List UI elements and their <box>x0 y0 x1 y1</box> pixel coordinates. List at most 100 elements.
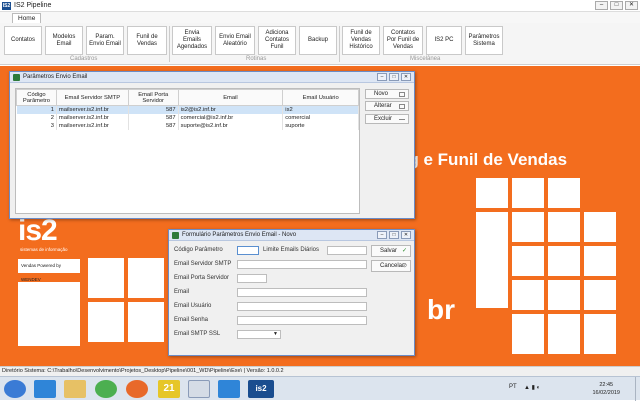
app-titlebar: IS2 IS2 Pipeline – □ ✕ <box>0 0 640 12</box>
cell-smtp: mailserver.is2.inf.br <box>56 114 129 122</box>
codigo-input[interactable] <box>237 246 259 255</box>
status-bar: Diretório Sistema: C:\Trabalho\Desenvolv… <box>0 366 640 376</box>
badge-21-icon[interactable]: 21 <box>158 380 180 398</box>
cell-email: comercial@is2.inf.br <box>178 114 284 122</box>
clock[interactable]: 22:45 16/02/2019 <box>592 381 620 397</box>
column-header-usuario[interactable]: Email Usuário <box>282 89 359 106</box>
porta-input[interactable] <box>237 274 267 283</box>
label-codigo: Código Parâmetro <box>174 247 223 253</box>
chrome-icon[interactable] <box>95 380 117 398</box>
cell-smtp: mailserver.is2.inf.br <box>56 105 129 114</box>
column-header-email[interactable]: Email <box>177 89 284 106</box>
table-row[interactable]: 1 mailserver.is2.inf.br 587 is2@is2.inf.… <box>16 105 359 114</box>
limite-input[interactable] <box>327 246 367 255</box>
cell-usuario: suporte <box>282 122 359 130</box>
clock-date: 16/02/2019 <box>592 390 620 396</box>
cell-email: is2@is2.inf.br <box>178 105 284 114</box>
envio-email-aleatorio-button[interactable]: Envio Email Aleatório <box>215 26 255 55</box>
explorer-icon[interactable] <box>64 380 86 398</box>
cancelar-button[interactable]: Cancelar ⊘ <box>371 260 411 272</box>
show-desktop-button[interactable] <box>635 377 640 401</box>
ribbon-tabs: Home <box>0 12 640 23</box>
language-indicator[interactable]: PT <box>509 384 517 390</box>
ie-icon[interactable] <box>34 380 56 398</box>
background-tile <box>512 280 544 310</box>
table-row[interactable]: 2 mailserver.is2.inf.br 587 comercial@is… <box>16 114 359 122</box>
windev-icon[interactable] <box>188 380 210 398</box>
background-tile <box>512 246 544 276</box>
tab-home[interactable]: Home <box>12 13 42 23</box>
background-tile <box>128 258 164 298</box>
cell-email: suporte@is2.inf.br <box>178 122 284 130</box>
new-icon <box>399 92 405 97</box>
params-window-header[interactable]: Parâmetros Envio Email – □ ✕ <box>10 72 414 83</box>
close-icon[interactable]: ✕ <box>625 1 638 10</box>
minimize-icon[interactable]: – <box>377 231 387 239</box>
form-window-header[interactable]: Formulário Parâmetros Envio Email - Novo… <box>169 230 414 241</box>
is2-logo-subtitle: sistemas de informação <box>20 247 68 252</box>
group-label-miscelanea: Miscelânea <box>410 56 441 62</box>
adiciona-contatos-funil-button[interactable]: Adiciona Contatos Funil <box>258 26 296 55</box>
vendas-logo: Vendas Powered by WENDEV <box>18 259 80 282</box>
label-ssl: Email SMTP SSL <box>174 331 221 337</box>
app-logo-icon: IS2 <box>2 2 11 10</box>
label-senha: Email Senha <box>174 317 209 323</box>
email-input[interactable] <box>237 288 367 297</box>
is2-app-label: is2 <box>255 384 267 393</box>
params-grid[interactable]: Código Parâmetro Email Servidor SMTP Ema… <box>15 88 360 214</box>
parametros-sistema-button[interactable]: Parâmetros Sistema <box>465 26 503 55</box>
background-tile <box>548 212 580 242</box>
excluir-button[interactable]: Excluir <box>365 114 409 124</box>
background-tile <box>584 212 616 242</box>
cell-usuario: comercial <box>282 114 359 122</box>
background-tile <box>476 212 508 308</box>
modelos-email-button[interactable]: Modelos Email <box>45 26 83 55</box>
minimize-icon[interactable]: – <box>595 1 608 10</box>
check-icon: ✓ <box>401 248 407 254</box>
senha-input[interactable] <box>237 316 367 325</box>
alterar-label: Alterar <box>374 103 392 109</box>
ie2-icon[interactable] <box>218 380 240 398</box>
edit-icon <box>399 104 405 109</box>
funil-vendas-button[interactable]: Funil de Vendas <box>127 26 167 55</box>
contatos-button[interactable]: Contatos <box>4 26 42 55</box>
group-label-rotinas: Rotinas <box>246 56 267 62</box>
funil-vendas-historico-button[interactable]: Funil de Vendas Histórico <box>342 26 380 55</box>
taskbar: 21 is2 PT ▲ ▮ ◐ 22:45 16/02/2019 <box>0 376 640 401</box>
contatos-por-funil-button[interactable]: Contatos Por Funil de Vendas <box>383 26 423 55</box>
usuario-input[interactable] <box>237 302 367 311</box>
param-envio-email-button[interactable]: Param. Envio Email <box>86 26 124 55</box>
ribbon-separator <box>169 26 170 62</box>
maximize-icon[interactable]: □ <box>610 1 623 10</box>
is2-pc-button[interactable]: IS2 PC <box>426 26 462 55</box>
background-tile <box>584 280 616 310</box>
start-icon[interactable] <box>4 380 26 398</box>
close-icon[interactable]: ✕ <box>401 231 411 239</box>
salvar-label: Salvar <box>380 248 398 254</box>
smtp-input[interactable] <box>237 260 367 269</box>
alterar-button[interactable]: Alterar <box>365 101 409 111</box>
column-header-porta[interactable]: Email Porta Servidor <box>127 89 179 106</box>
envia-emails-agendados-button[interactable]: Envia Emails Agendados <box>172 26 212 55</box>
background-tile <box>128 302 164 342</box>
is2-app-icon[interactable]: is2 <box>248 380 274 398</box>
background-tile <box>512 212 544 242</box>
backup-button[interactable]: Backup <box>299 26 337 55</box>
table-row[interactable]: 3 mailserver.is2.inf.br 587 suporte@is2.… <box>16 122 359 130</box>
close-icon[interactable]: ✕ <box>401 73 411 81</box>
label-email: Email <box>174 289 190 295</box>
firefox-icon[interactable] <box>126 380 148 398</box>
ssl-select[interactable]: ▼ <box>237 330 281 339</box>
minimize-icon[interactable]: – <box>377 73 387 81</box>
restore-icon[interactable]: □ <box>389 73 399 81</box>
restore-icon[interactable]: □ <box>389 231 399 239</box>
novo-button[interactable]: Novo <box>365 89 409 99</box>
cancel-icon: ⊘ <box>401 263 407 269</box>
form-window-title: Formulário Parâmetros Envio Email - Novo <box>182 232 297 238</box>
system-tray-icons[interactable]: ▲ ▮ ◐ <box>524 384 540 391</box>
cell-porta: 587 <box>128 122 179 130</box>
cell-smtp: mailserver.is2.inf.br <box>56 122 129 130</box>
column-header-smtp[interactable]: Email Servidor SMTP <box>55 89 129 106</box>
column-header-codigo[interactable]: Código Parâmetro <box>16 89 57 106</box>
salvar-button[interactable]: Salvar ✓ <box>371 245 411 257</box>
